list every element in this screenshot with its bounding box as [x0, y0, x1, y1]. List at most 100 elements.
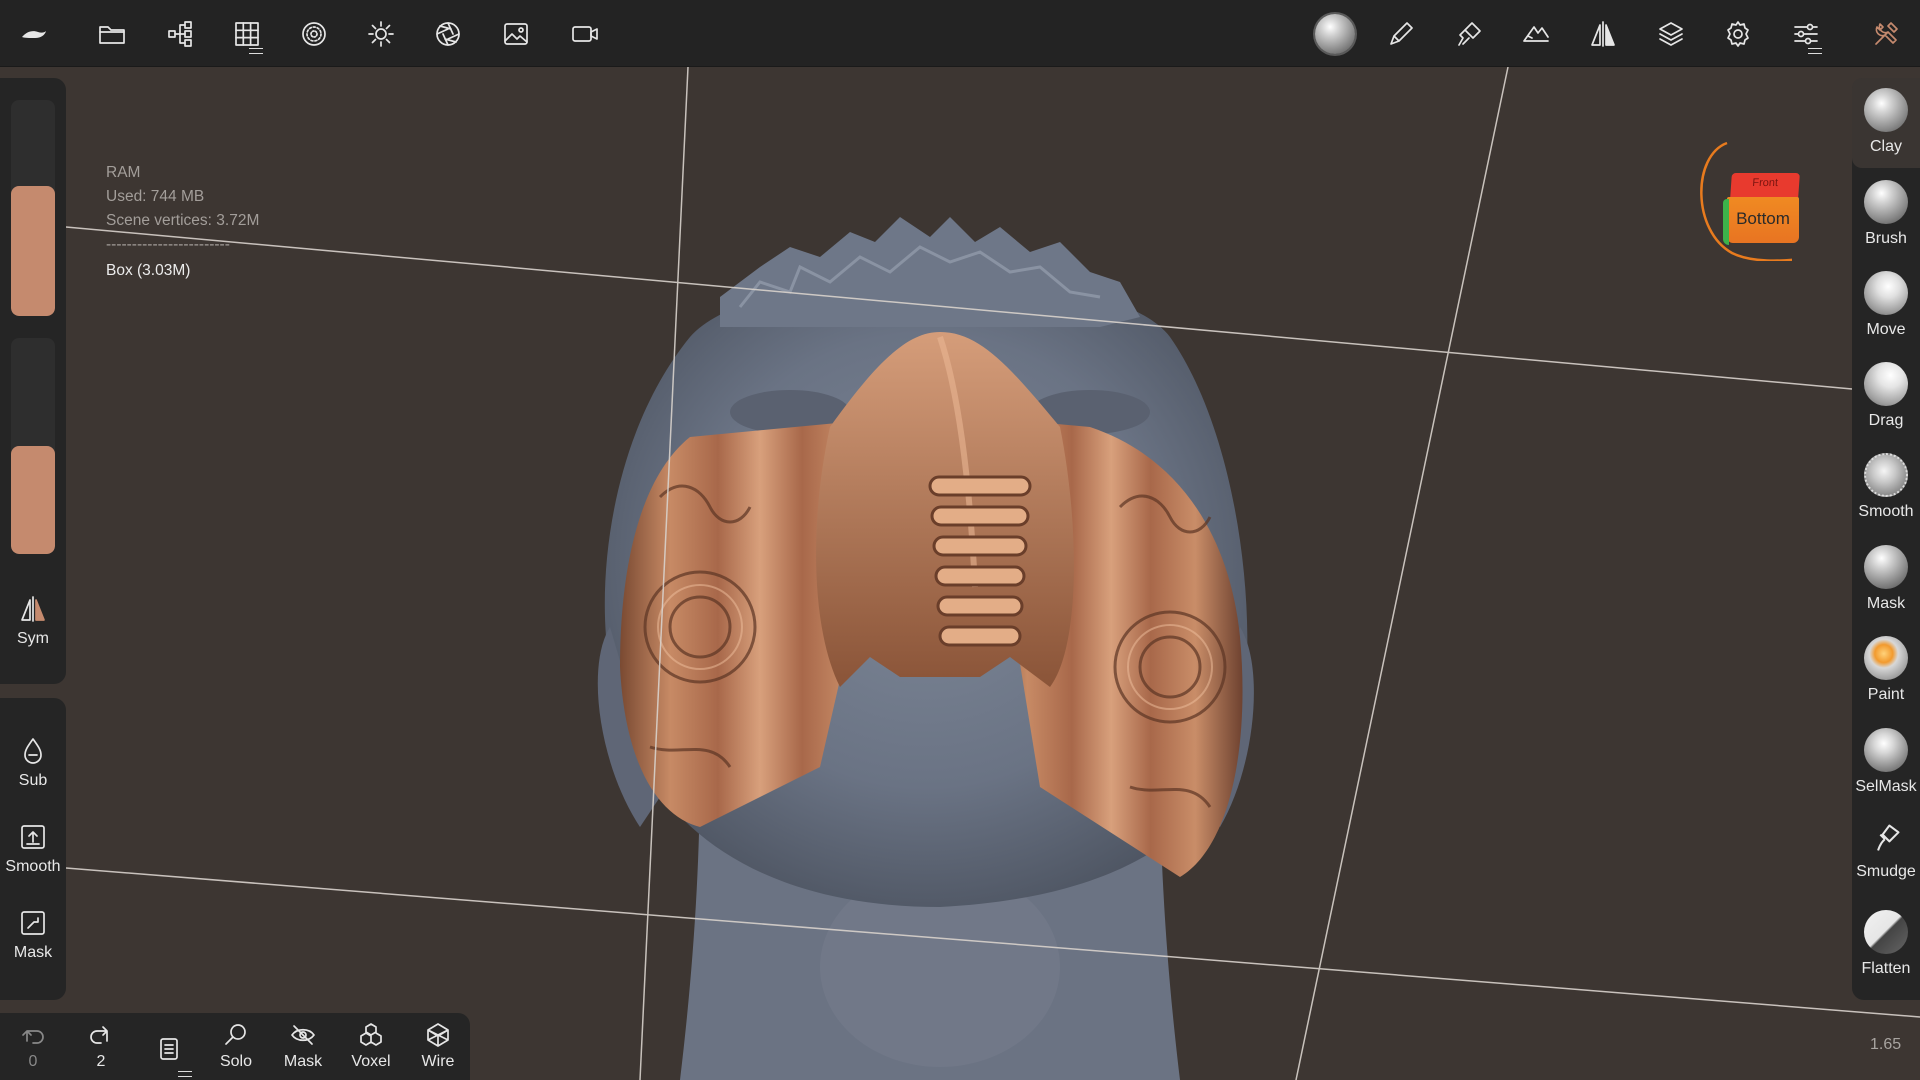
top-toolbar: [0, 0, 1920, 67]
tool-move[interactable]: Move: [1852, 261, 1920, 351]
scene-vertices: Scene vertices: 3.72M: [106, 212, 260, 229]
undo-icon: [22, 1030, 44, 1044]
tool-smooth[interactable]: Smooth: [1852, 443, 1920, 533]
view-cube-front-face[interactable]: Bottom: [1727, 197, 1799, 243]
view-cube-top-face[interactable]: Front: [1730, 173, 1800, 199]
smooth-action-label: Smooth: [5, 858, 61, 875]
eye-off-icon: [291, 1025, 315, 1045]
smooth-action-button[interactable]: Smooth: [0, 822, 66, 876]
tool-label: Flatten: [1861, 960, 1911, 977]
tool-label: Drag: [1868, 412, 1904, 429]
sym-button[interactable]: Sym: [0, 594, 66, 648]
scene-info: RAM Used: 744 MB Scene vertices: 3.72M -…: [106, 161, 259, 283]
view-cube[interactable]: Front Bottom: [1700, 141, 1802, 271]
tool-clay[interactable]: Clay: [1852, 78, 1920, 168]
tool-label: Smooth: [1858, 503, 1914, 520]
mask-action-button[interactable]: Mask: [0, 908, 66, 962]
radius-slider-fill: [11, 186, 55, 316]
left-action-panel: Sub Smooth Mask: [0, 698, 66, 1000]
tool-smudge[interactable]: Smudge: [1852, 809, 1920, 899]
tool-label: Mask: [1866, 595, 1906, 612]
mask-action-label: Mask: [13, 944, 53, 961]
tool-label: Move: [1866, 321, 1906, 338]
ram-title: RAM: [106, 164, 141, 181]
aperture-icon[interactable]: [428, 14, 468, 54]
wire-button[interactable]: Wire: [407, 1021, 469, 1071]
tool-label: Paint: [1867, 686, 1905, 703]
brush-icon: [1864, 180, 1908, 224]
redo-icon: [90, 1026, 108, 1044]
drag-icon: [1864, 362, 1908, 406]
paint-icon[interactable]: [1449, 14, 1489, 54]
brush-pen-icon[interactable]: [1381, 14, 1421, 54]
tools-icon[interactable]: [1866, 14, 1906, 54]
smudge-icon: [1877, 824, 1900, 851]
tool-label: Smudge: [1856, 863, 1916, 880]
drop-minus-icon: [24, 738, 42, 764]
tool-panel: Clay Brush Move Drag Smooth Mask Paint S…: [1852, 78, 1920, 1000]
sun-icon[interactable]: [361, 14, 401, 54]
radius-slider[interactable]: [11, 100, 55, 316]
ram-used: Used: 744 MB: [106, 188, 205, 205]
intensity-slider-fill: [11, 446, 55, 554]
document-icon: [160, 1038, 178, 1060]
solo-button[interactable]: Solo: [205, 1021, 267, 1071]
tool-mask[interactable]: Mask: [1852, 535, 1920, 625]
topology-icon[interactable]: [294, 14, 334, 54]
submenu-indicator: [178, 1071, 192, 1077]
selected-object: Box (3.03M): [106, 262, 191, 279]
view-cube-side-face[interactable]: [1723, 199, 1729, 245]
tool-paint[interactable]: Paint: [1852, 626, 1920, 716]
smooth-icon: [1864, 453, 1908, 497]
info-separator: ------------------------: [106, 236, 230, 253]
voxel-label: Voxel: [351, 1053, 391, 1070]
tool-brush[interactable]: Brush: [1852, 170, 1920, 260]
mask-icon: [1864, 545, 1908, 589]
undo-button[interactable]: 0: [2, 1021, 64, 1071]
symmetry-icon[interactable]: [1583, 14, 1623, 54]
logo-icon[interactable]: [14, 14, 54, 54]
mask-visibility-label: Mask: [283, 1053, 323, 1070]
material-sphere-icon[interactable]: [1313, 12, 1357, 56]
tool-drag[interactable]: Drag: [1852, 352, 1920, 442]
redo-button[interactable]: 2: [70, 1021, 132, 1071]
grid-icon[interactable]: [227, 14, 267, 54]
mask-box-icon: [21, 911, 45, 935]
voxel-icon: [360, 1023, 382, 1046]
paint-icon: [1864, 636, 1908, 680]
voxel-button[interactable]: Voxel: [340, 1021, 402, 1071]
camera-icon[interactable]: [565, 14, 605, 54]
mask-visibility-button[interactable]: Mask: [272, 1021, 334, 1071]
scene-tree-icon[interactable]: [160, 14, 200, 54]
folder-icon[interactable]: [92, 14, 132, 54]
settings-icon[interactable]: [1718, 14, 1758, 54]
layers-icon[interactable]: [1651, 14, 1691, 54]
viewport-3d[interactable]: Front Bottom RAM Used: 744 MB Scene vert…: [0, 67, 1920, 1080]
notes-button[interactable]: [138, 1021, 200, 1077]
tool-label: Brush: [1865, 230, 1907, 247]
upload-box-icon: [21, 825, 45, 849]
left-slider-panel: Sym: [0, 78, 66, 684]
search-icon: [225, 1024, 246, 1045]
symmetry-icon: [21, 596, 45, 622]
intensity-slider[interactable]: [11, 338, 55, 554]
zoom-level: 1.65: [1870, 1036, 1902, 1053]
flatten-icon: [1864, 910, 1908, 954]
sub-button[interactable]: Sub: [0, 736, 66, 790]
wireframe-icon: [427, 1023, 449, 1047]
redo-count: 2: [96, 1053, 106, 1070]
sliders-icon[interactable]: [1786, 14, 1826, 54]
sculpt-scene[interactable]: [0, 67, 1920, 1080]
stroke-icon[interactable]: [1516, 14, 1556, 54]
image-icon[interactable]: [496, 14, 536, 54]
sub-label: Sub: [18, 772, 48, 789]
sym-label: Sym: [17, 630, 49, 647]
bottom-toolbar: 0 2 Solo Mask Voxel Wire: [0, 1013, 470, 1080]
selmask-icon: [1864, 728, 1908, 772]
submenu-indicator: [249, 48, 263, 54]
tool-flatten[interactable]: Flatten: [1852, 900, 1920, 990]
tool-selmask[interactable]: SelMask: [1852, 718, 1920, 808]
solo-label: Solo: [219, 1053, 253, 1070]
undo-count: 0: [28, 1053, 38, 1070]
submenu-indicator: [1808, 48, 1822, 54]
